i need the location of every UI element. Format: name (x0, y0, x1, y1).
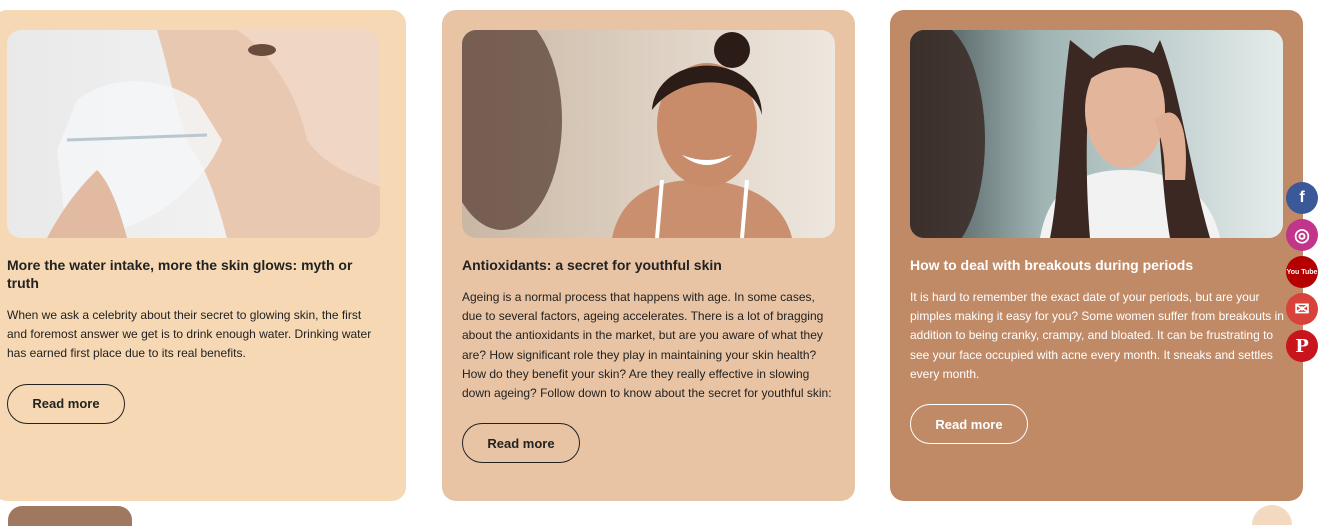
blog-card-antioxidants: Antioxidants: a secret for youthful skin… (442, 10, 855, 501)
mail-icon[interactable]: ✉ (1286, 293, 1318, 325)
blog-card-breakouts: How to deal with breakouts during period… (890, 10, 1303, 501)
blog-card-title[interactable]: Antioxidants: a secret for youthful skin (462, 256, 832, 274)
floating-button-edge[interactable] (1252, 505, 1292, 525)
blog-card-excerpt: Ageing is a normal process that happens … (462, 290, 832, 401)
next-row-card-edge (8, 506, 132, 526)
read-more-button[interactable]: Read more (910, 404, 1028, 445)
instagram-icon[interactable]: ◎ (1286, 219, 1318, 251)
blog-card-image-breakouts[interactable] (910, 30, 1283, 238)
blog-card-excerpt: It is hard to remember the exact date of… (910, 290, 1284, 381)
blog-card-title[interactable]: How to deal with breakouts during period… (910, 256, 1280, 274)
blog-card-title[interactable]: More the water intake, more the skin glo… (7, 256, 377, 292)
facebook-icon[interactable]: f (1286, 182, 1318, 214)
blog-card-image-water[interactable] (7, 30, 380, 238)
read-more-button[interactable]: Read more (462, 423, 580, 464)
read-more-button[interactable]: Read more (7, 383, 125, 424)
blog-card-image-antioxidants[interactable] (462, 30, 835, 238)
blog-card-water-intake: More the water intake, more the skin glo… (0, 10, 406, 501)
pinterest-icon[interactable]: P (1286, 330, 1318, 362)
blog-card-excerpt: When we ask a celebrity about their secr… (7, 308, 372, 361)
youtube-icon[interactable]: You Tube (1286, 256, 1318, 288)
